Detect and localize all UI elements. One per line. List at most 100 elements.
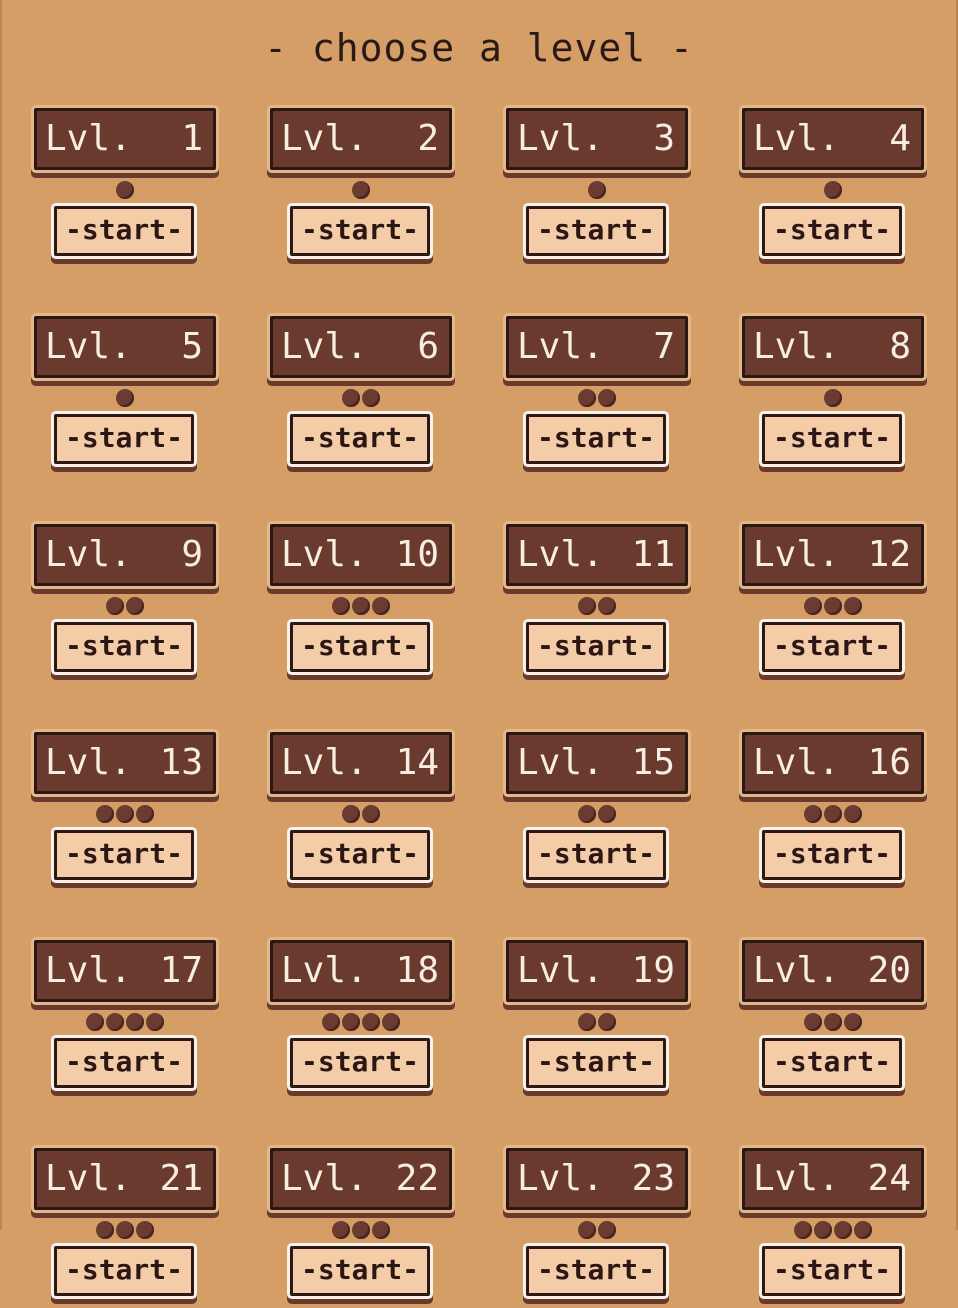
difficulty-dot-icon [372, 1221, 390, 1239]
start-button[interactable]: -start- [526, 206, 666, 256]
difficulty-dot-icon [824, 389, 842, 407]
level-card: Lvl. 15 -start- [506, 732, 688, 892]
difficulty-dots [506, 597, 688, 615]
level-number: 4 [889, 118, 911, 159]
difficulty-dot-icon [322, 1013, 340, 1031]
difficulty-dot-icon [598, 1013, 616, 1031]
level-card: Lvl. 22 -start- [270, 1148, 452, 1308]
difficulty-dots [270, 1013, 452, 1031]
level-prefix: Lvl. [281, 1158, 368, 1199]
difficulty-dot-icon [794, 1221, 812, 1239]
difficulty-dots [34, 597, 216, 615]
start-button[interactable]: -start- [762, 1246, 902, 1296]
start-button[interactable]: -start- [526, 622, 666, 672]
level-number: 2 [417, 118, 439, 159]
level-badge: Lvl. 11 [506, 524, 688, 586]
start-button[interactable]: -start- [290, 622, 430, 672]
level-card: Lvl. 20 -start- [742, 940, 924, 1100]
difficulty-dot-icon [834, 1221, 852, 1239]
difficulty-dots [742, 597, 924, 615]
level-number: 12 [867, 534, 911, 575]
difficulty-dot-icon [844, 805, 862, 823]
start-button[interactable]: -start- [290, 414, 430, 464]
difficulty-dot-icon [824, 805, 842, 823]
difficulty-dot-icon [96, 805, 114, 823]
difficulty-dots [270, 181, 452, 199]
level-number: 9 [181, 534, 203, 575]
level-number: 16 [867, 742, 911, 783]
level-card: Lvl. 24 -start- [742, 1148, 924, 1308]
level-prefix: Lvl. [281, 742, 368, 783]
level-card: Lvl. 6 -start- [270, 316, 452, 476]
difficulty-dot-icon [824, 597, 842, 615]
level-prefix: Lvl. [753, 950, 840, 991]
difficulty-dot-icon [824, 1013, 842, 1031]
start-button[interactable]: -start- [762, 206, 902, 256]
level-badge: Lvl. 14 [270, 732, 452, 794]
level-card: Lvl. 8 -start- [742, 316, 924, 476]
level-card: Lvl. 12 -start- [742, 524, 924, 684]
level-badge: Lvl. 9 [34, 524, 216, 586]
level-badge: Lvl. 12 [742, 524, 924, 586]
difficulty-dot-icon [116, 1221, 134, 1239]
difficulty-dot-icon [96, 1221, 114, 1239]
start-button[interactable]: -start- [526, 414, 666, 464]
difficulty-dot-icon [578, 1013, 596, 1031]
start-button[interactable]: -start- [762, 1038, 902, 1088]
level-prefix: Lvl. [281, 326, 368, 367]
difficulty-dot-icon [844, 597, 862, 615]
start-button[interactable]: -start- [526, 1246, 666, 1296]
level-prefix: Lvl. [517, 742, 604, 783]
start-button[interactable]: -start- [54, 1246, 194, 1296]
level-badge: Lvl. 21 [34, 1148, 216, 1210]
level-prefix: Lvl. [517, 326, 604, 367]
level-card: Lvl. 10 -start- [270, 524, 452, 684]
difficulty-dot-icon [106, 597, 124, 615]
difficulty-dot-icon [362, 1013, 380, 1031]
difficulty-dot-icon [598, 1221, 616, 1239]
level-badge: Lvl. 13 [34, 732, 216, 794]
start-button[interactable]: -start- [290, 206, 430, 256]
level-card: Lvl. 19 -start- [506, 940, 688, 1100]
difficulty-dot-icon [342, 389, 360, 407]
start-button[interactable]: -start- [762, 622, 902, 672]
level-prefix: Lvl. [753, 326, 840, 367]
start-button[interactable]: -start- [526, 830, 666, 880]
level-card: Lvl. 18 -start- [270, 940, 452, 1100]
difficulty-dot-icon [844, 1013, 862, 1031]
difficulty-dot-icon [352, 1221, 370, 1239]
difficulty-dots [270, 389, 452, 407]
difficulty-dot-icon [332, 1221, 350, 1239]
start-button[interactable]: -start- [526, 1038, 666, 1088]
level-prefix: Lvl. [753, 118, 840, 159]
difficulty-dots [270, 805, 452, 823]
start-button[interactable]: -start- [54, 622, 194, 672]
difficulty-dots [34, 1221, 216, 1239]
start-button[interactable]: -start- [54, 414, 194, 464]
start-button[interactable]: -start- [290, 1246, 430, 1296]
level-number: 17 [159, 950, 203, 991]
difficulty-dot-icon [804, 597, 822, 615]
start-button[interactable]: -start- [54, 1038, 194, 1088]
start-button[interactable]: -start- [290, 1038, 430, 1088]
difficulty-dots [742, 389, 924, 407]
difficulty-dot-icon [588, 181, 606, 199]
level-prefix: Lvl. [517, 118, 604, 159]
start-button[interactable]: -start- [54, 830, 194, 880]
difficulty-dot-icon [598, 805, 616, 823]
level-number: 20 [867, 950, 911, 991]
level-badge: Lvl. 7 [506, 316, 688, 378]
start-button[interactable]: -start- [290, 830, 430, 880]
start-button[interactable]: -start- [54, 206, 194, 256]
level-card: Lvl. 23 -start- [506, 1148, 688, 1308]
difficulty-dot-icon [126, 597, 144, 615]
difficulty-dot-icon [814, 1221, 832, 1239]
level-prefix: Lvl. [517, 1158, 604, 1199]
difficulty-dot-icon [804, 805, 822, 823]
level-badge: Lvl. 16 [742, 732, 924, 794]
level-prefix: Lvl. [281, 950, 368, 991]
level-badge: Lvl. 5 [34, 316, 216, 378]
level-badge: Lvl. 23 [506, 1148, 688, 1210]
start-button[interactable]: -start- [762, 830, 902, 880]
start-button[interactable]: -start- [762, 414, 902, 464]
